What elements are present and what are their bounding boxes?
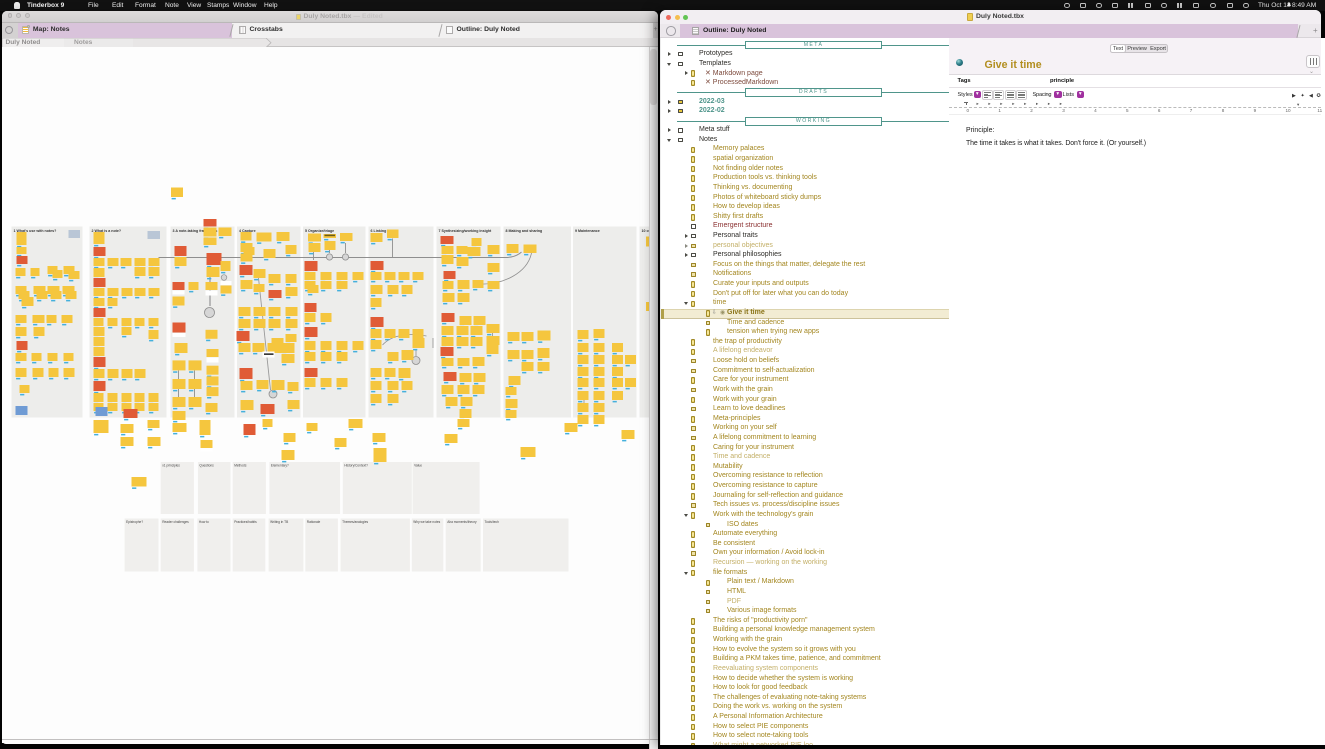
svg-text:Methods: Methods (234, 464, 247, 468)
svg-text:History/Context?: History/Context? (344, 464, 368, 468)
svg-text:Elementary?: Elementary? (270, 464, 288, 468)
svg-text:5 Organize/triage: 5 Organize/triage (305, 229, 334, 233)
svg-text:Themes/analogies: Themes/analogies (342, 520, 368, 524)
svg-text:Practices/habits: Practices/habits (234, 520, 257, 524)
svg-text:Epistrophe?: Epistrophe? (126, 520, 143, 524)
svg-text:Rationale: Rationale (306, 520, 320, 524)
svg-text:x1 principles: x1 principles (162, 464, 180, 468)
svg-text:Value: Value (414, 464, 422, 468)
svg-text:Why we take notes: Why we take notes (413, 520, 440, 524)
svg-text:6 Linking: 6 Linking (370, 229, 386, 233)
svg-text:How to: How to (198, 520, 208, 524)
svg-text:Writing in TB: Writing in TB (270, 520, 288, 524)
svg-text:Tools/tech: Tools/tech (484, 520, 499, 524)
svg-text:8 Making and sharing: 8 Making and sharing (505, 229, 542, 233)
svg-text:Questions: Questions (199, 464, 214, 468)
svg-text:9 Maintenance: 9 Maintenance (575, 229, 600, 233)
svg-text:Aha moments/theory: Aha moments/theory (447, 520, 477, 524)
svg-text:7 Synthesizing/working insight: 7 Synthesizing/working insight (438, 229, 492, 233)
svg-text:Reader challenges: Reader challenges (162, 520, 189, 524)
